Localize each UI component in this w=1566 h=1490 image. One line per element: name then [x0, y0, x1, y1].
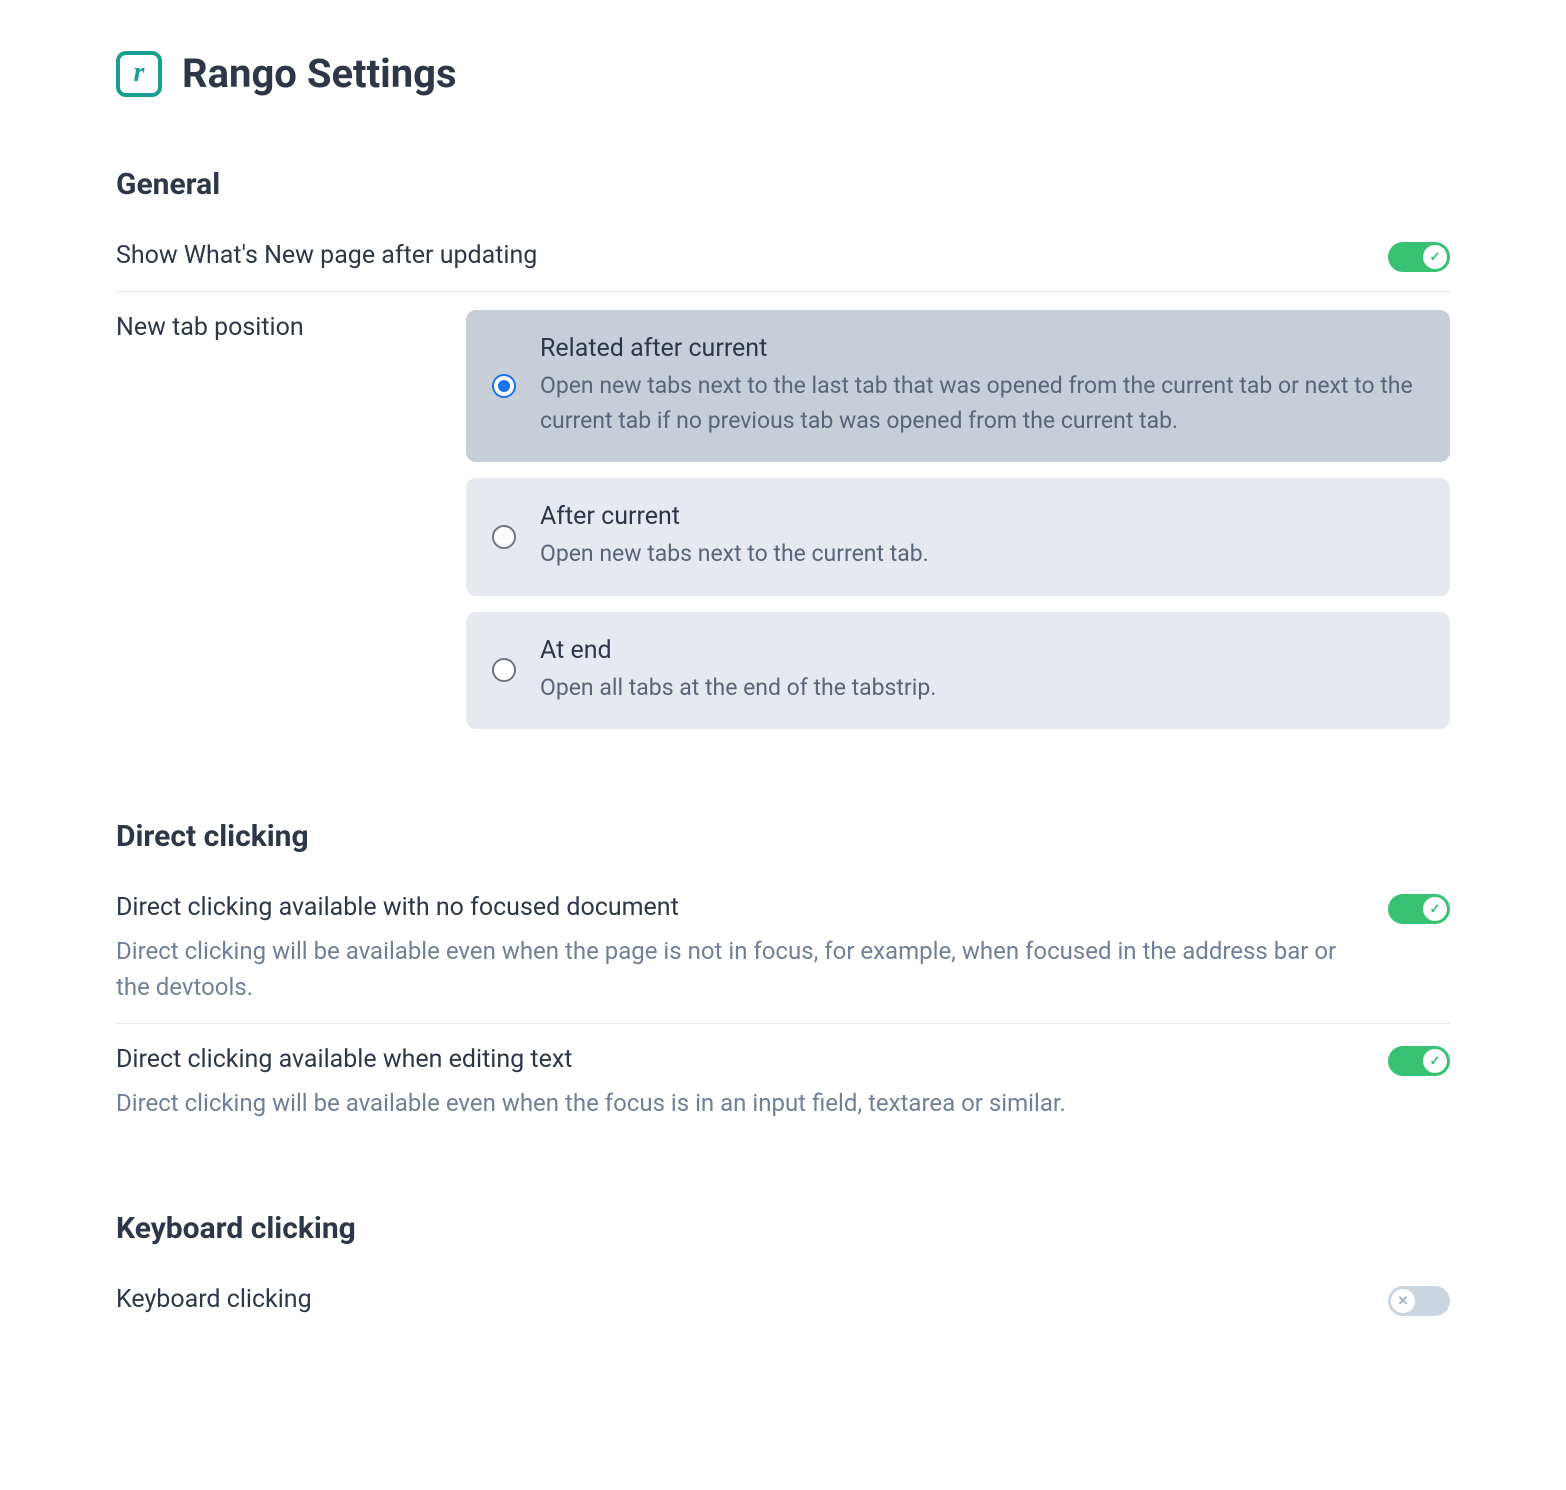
radio-option-related-after-current[interactable]: Related after current Open new tabs next… — [466, 310, 1450, 462]
setting-whats-new: Show What's New page after updating ✓ — [116, 238, 1450, 292]
radio-circle — [492, 525, 516, 549]
check-icon: ✓ — [1430, 250, 1441, 265]
radio-title: After current — [540, 502, 1424, 531]
radio-circle — [492, 374, 516, 398]
rango-logo-icon: r — [116, 51, 162, 97]
section-title-keyboard-clicking: Keyboard clicking — [116, 1211, 1450, 1246]
radio-desc: Open new tabs next to the last tab that … — [540, 369, 1424, 438]
section-title-direct-clicking: Direct clicking — [116, 819, 1450, 854]
setting-direct-editing-label: Direct clicking available when editing t… — [116, 1042, 1368, 1077]
radio-dot-icon — [498, 380, 510, 392]
radio-option-after-current[interactable]: After current Open new tabs next to the … — [466, 478, 1450, 596]
check-icon: ✓ — [1430, 902, 1441, 917]
radio-title: At end — [540, 636, 1424, 665]
toggle-knob: ✓ — [1423, 245, 1447, 269]
page-header: r Rango Settings — [116, 50, 1450, 97]
check-icon: ✓ — [1430, 1054, 1441, 1069]
radio-circle — [492, 658, 516, 682]
setting-whats-new-text: Show What's New page after updating — [116, 238, 1388, 273]
toggle-keyboard-clicking[interactable]: ✕ — [1388, 1286, 1450, 1316]
section-keyboard-clicking: Keyboard clicking Keyboard clicking ✕ — [116, 1211, 1450, 1317]
setting-direct-editing-text: Direct clicking available when editing t… — [116, 1042, 1388, 1121]
setting-new-tab-position: New tab position Related after current O… — [116, 310, 1450, 729]
setting-direct-editing-desc: Direct clicking will be available even w… — [116, 1085, 1368, 1121]
radio-content: At end Open all tabs at the end of the t… — [540, 636, 1424, 706]
setting-keyboard-clicking-text: Keyboard clicking — [116, 1282, 1388, 1317]
section-direct-clicking: Direct clicking Direct clicking availabl… — [116, 819, 1450, 1121]
setting-direct-no-focus-label: Direct clicking available with no focuse… — [116, 890, 1368, 925]
setting-whats-new-label: Show What's New page after updating — [116, 238, 1368, 273]
section-title-general: General — [116, 167, 1450, 202]
new-tab-position-label: New tab position — [116, 310, 426, 345]
new-tab-position-label-col: New tab position — [116, 310, 426, 345]
radio-title: Related after current — [540, 334, 1424, 363]
radio-content: After current Open new tabs next to the … — [540, 502, 1424, 572]
setting-direct-no-focus-desc: Direct clicking will be available even w… — [116, 933, 1368, 1005]
toggle-knob: ✕ — [1391, 1289, 1415, 1313]
setting-keyboard-clicking-label: Keyboard clicking — [116, 1282, 1368, 1317]
toggle-direct-no-focus[interactable]: ✓ — [1388, 894, 1450, 924]
page-title: Rango Settings — [182, 50, 457, 97]
setting-direct-no-focus-text: Direct clicking available with no focuse… — [116, 890, 1388, 1005]
toggle-whats-new[interactable]: ✓ — [1388, 242, 1450, 272]
toggle-knob: ✓ — [1423, 897, 1447, 921]
x-icon: ✕ — [1398, 1294, 1409, 1309]
toggle-knob: ✓ — [1423, 1049, 1447, 1073]
radio-desc: Open new tabs next to the current tab. — [540, 537, 1424, 572]
setting-direct-editing: Direct clicking available when editing t… — [116, 1042, 1450, 1121]
toggle-direct-editing[interactable]: ✓ — [1388, 1046, 1450, 1076]
setting-direct-no-focus: Direct clicking available with no focuse… — [116, 890, 1450, 1024]
new-tab-position-options: Related after current Open new tabs next… — [466, 310, 1450, 729]
radio-desc: Open all tabs at the end of the tabstrip… — [540, 671, 1424, 706]
rango-logo-letter: r — [134, 59, 145, 87]
radio-option-at-end[interactable]: At end Open all tabs at the end of the t… — [466, 612, 1450, 730]
setting-keyboard-clicking: Keyboard clicking ✕ — [116, 1282, 1450, 1317]
radio-content: Related after current Open new tabs next… — [540, 334, 1424, 438]
section-general: General Show What's New page after updat… — [116, 167, 1450, 729]
